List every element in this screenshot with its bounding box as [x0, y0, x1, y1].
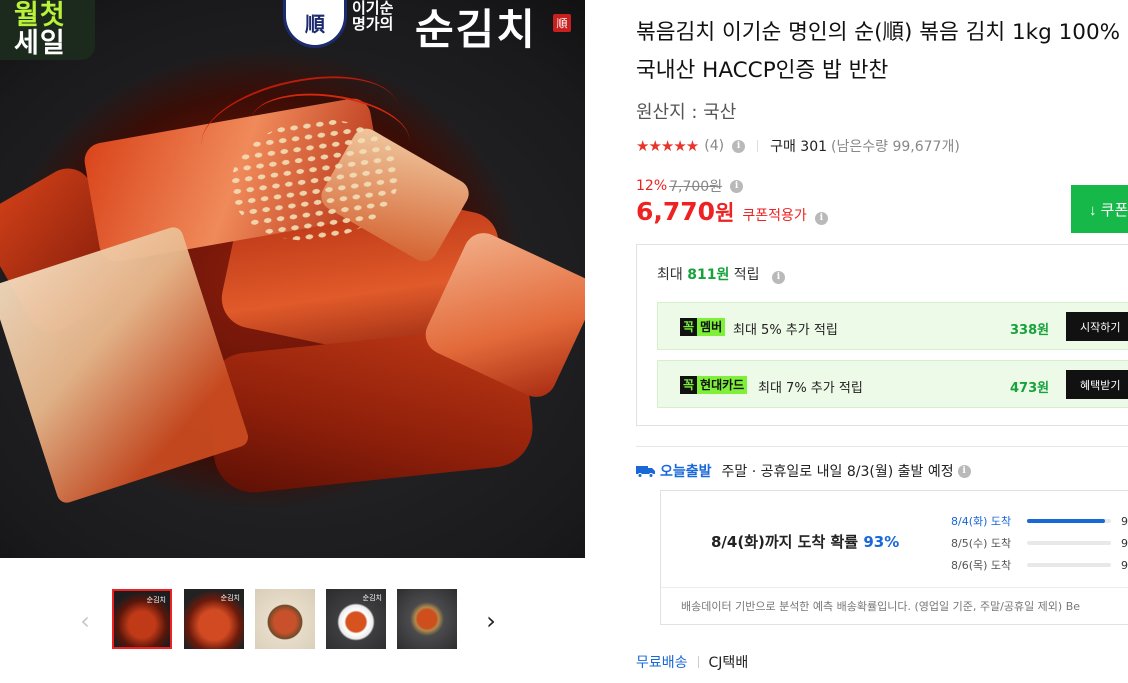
forecast-bar-track: [1027, 519, 1111, 523]
review-count-link[interactable]: (4): [704, 138, 724, 154]
thumbnail-next-button[interactable]: ›: [476, 605, 506, 637]
brand-stamp: 順: [553, 14, 571, 32]
forecast-value: 9: [1121, 514, 1128, 528]
discount-row: 12% 7,700원 i: [636, 176, 744, 196]
coupon-download-button[interactable]: ↓ 쿠폰: [1071, 185, 1128, 233]
carrier-name: CJ택배: [708, 655, 749, 671]
forecast-row: 8/6(목) 도착 9: [951, 554, 1128, 576]
arrival-forecast-box: 8/4(화)까지 도착 확률 93% 8/4(화) 도착 9 8/5(수) 도착…: [660, 490, 1128, 625]
forecast-bar-track: [1027, 563, 1111, 567]
original-price: 7,700원: [669, 179, 723, 195]
benefit-tag-name: 현대카드: [697, 376, 748, 394]
thumbnail-1[interactable]: 순김치: [112, 589, 172, 649]
sale-badge: 월첫 세일: [0, 0, 95, 60]
thumbnail-logo: 순김치: [362, 594, 382, 602]
benefit-get-button[interactable]: 혜택받기: [1066, 370, 1128, 399]
purchase-count: 구매 301: [770, 139, 828, 155]
arrival-note: 배송데이터 기반으로 분석한 예측 배송확률입니다. (영업일 기준, 주말/공…: [661, 587, 1128, 614]
sale-badge-line2: 세일: [14, 28, 66, 59]
chevron-left-icon: ‹: [80, 607, 90, 635]
forecast-date: 8/4(화) 도착: [951, 515, 1012, 528]
brand-name: 순김치: [415, 5, 537, 54]
price-row: 6,770 원 쿠폰적용가 i: [636, 197, 828, 227]
thumbnail-logo: 순김치: [220, 594, 240, 602]
arrival-main-text: 8/4(화)까지 도착 확률: [711, 533, 864, 551]
arrival-forecast-list: 8/4(화) 도착 9 8/5(수) 도착 9 8/6(목) 도착 9: [951, 510, 1128, 576]
product-title: 볶음김치 이기순 명인의 순(順) 볶음 김치 1kg 100%국내산 HACC…: [636, 20, 1121, 83]
forecast-date: 8/6(목) 도착: [951, 559, 1012, 572]
sale-price: 6,770: [636, 197, 716, 226]
forecast-bar-fill: [1027, 519, 1106, 523]
product-main-image[interactable]: 월첫 세일 順 이기순 명가의 순김치 順: [0, 0, 585, 558]
points-title-suffix: 적립: [729, 267, 760, 283]
delivery-info-row: 무료배송 CJ택배: [636, 652, 748, 672]
benefit-desc: 최대 7% 추가 적립: [758, 381, 863, 396]
thumbnail-prev-button[interactable]: ‹: [70, 605, 100, 637]
thumbnail-3[interactable]: [255, 589, 315, 649]
shipping-row: 오늘출발 주말 · 공휴일로 내일 8/3(월) 출발 예정 i: [636, 461, 971, 481]
today-shipping-label: 오늘출발: [660, 464, 712, 480]
info-icon[interactable]: i: [730, 179, 744, 193]
shipping-schedule: 주말 · 공휴일로 내일 8/3(월) 출발 예정: [721, 464, 954, 480]
points-title: 최대 811원 적립 i: [657, 264, 785, 284]
benefit-tag: 꼭 현대카드: [680, 376, 748, 394]
thumbnail-5[interactable]: [397, 589, 457, 649]
thumbnail-4[interactable]: 순김치: [326, 589, 386, 649]
benefit-desc: 최대 5% 추가 적립: [733, 323, 838, 338]
forecast-value: 9: [1121, 558, 1128, 572]
forecast-row: 8/5(수) 도착 9: [951, 532, 1128, 554]
points-box: 최대 811원 적립 i 꼭 멤버 최대 5% 추가 적립 338원 시작하기 꼭…: [636, 244, 1128, 426]
forecast-value: 9: [1121, 536, 1128, 550]
sale-badge-line1: 월첫: [14, 0, 66, 31]
benefit-tag: 꼭 멤버: [680, 318, 726, 336]
divider: [757, 140, 759, 152]
arrival-percent: 93%: [863, 533, 900, 551]
benefit-tag-name: 멤버: [697, 318, 726, 336]
benefit-row-member: 꼭 멤버 최대 5% 추가 적립 338원 시작하기: [657, 302, 1128, 350]
benefit-row-card: 꼭 현대카드 최대 7% 추가 적립 473원 혜택받기: [657, 360, 1128, 408]
remaining-stock: (남은수량 99,677개): [831, 139, 960, 155]
info-icon[interactable]: i: [814, 211, 828, 225]
brand-seal-logo: 順: [283, 0, 347, 48]
rating-row: ★★★★★ (4) i 구매 301 (남은수량 99,677개): [636, 136, 960, 156]
benefit-tag-mark: 꼭: [680, 376, 698, 394]
benefit-amount: 338원: [1010, 323, 1050, 338]
free-shipping-label: 무료배송: [636, 655, 688, 671]
benefit-tag-mark: 꼭: [680, 318, 698, 336]
points-title-prefix: 최대: [657, 267, 688, 283]
thumbnail-2[interactable]: 순김치: [184, 589, 244, 649]
info-icon[interactable]: i: [732, 139, 746, 153]
arrival-probability: 8/4(화)까지 도착 확률 93%: [711, 531, 899, 552]
price-currency: 원: [715, 201, 735, 225]
thumbnail-logo: 순김치: [146, 596, 166, 604]
brand-subtitle: 이기순 명가의: [352, 0, 394, 33]
info-icon[interactable]: i: [957, 464, 971, 478]
forecast-row: 8/4(화) 도착 9: [951, 510, 1128, 532]
chevron-right-icon: ›: [486, 607, 496, 635]
benefit-amount: 473원: [1010, 381, 1050, 396]
benefit-start-button[interactable]: 시작하기: [1066, 312, 1128, 341]
discount-rate: 12%: [636, 178, 668, 194]
product-origin: 원산지 : 국산: [636, 102, 737, 123]
coupon-price-note: 쿠폰적용가: [742, 208, 807, 224]
info-icon[interactable]: i: [772, 270, 785, 284]
forecast-bar-track: [1027, 541, 1111, 545]
truck-icon: [636, 466, 655, 478]
section-divider: [636, 446, 1128, 447]
points-max-amount: 811원: [687, 267, 730, 283]
star-rating-icon: ★★★★★: [636, 137, 699, 155]
divider: [697, 656, 699, 668]
forecast-date: 8/5(수) 도착: [951, 537, 1012, 550]
